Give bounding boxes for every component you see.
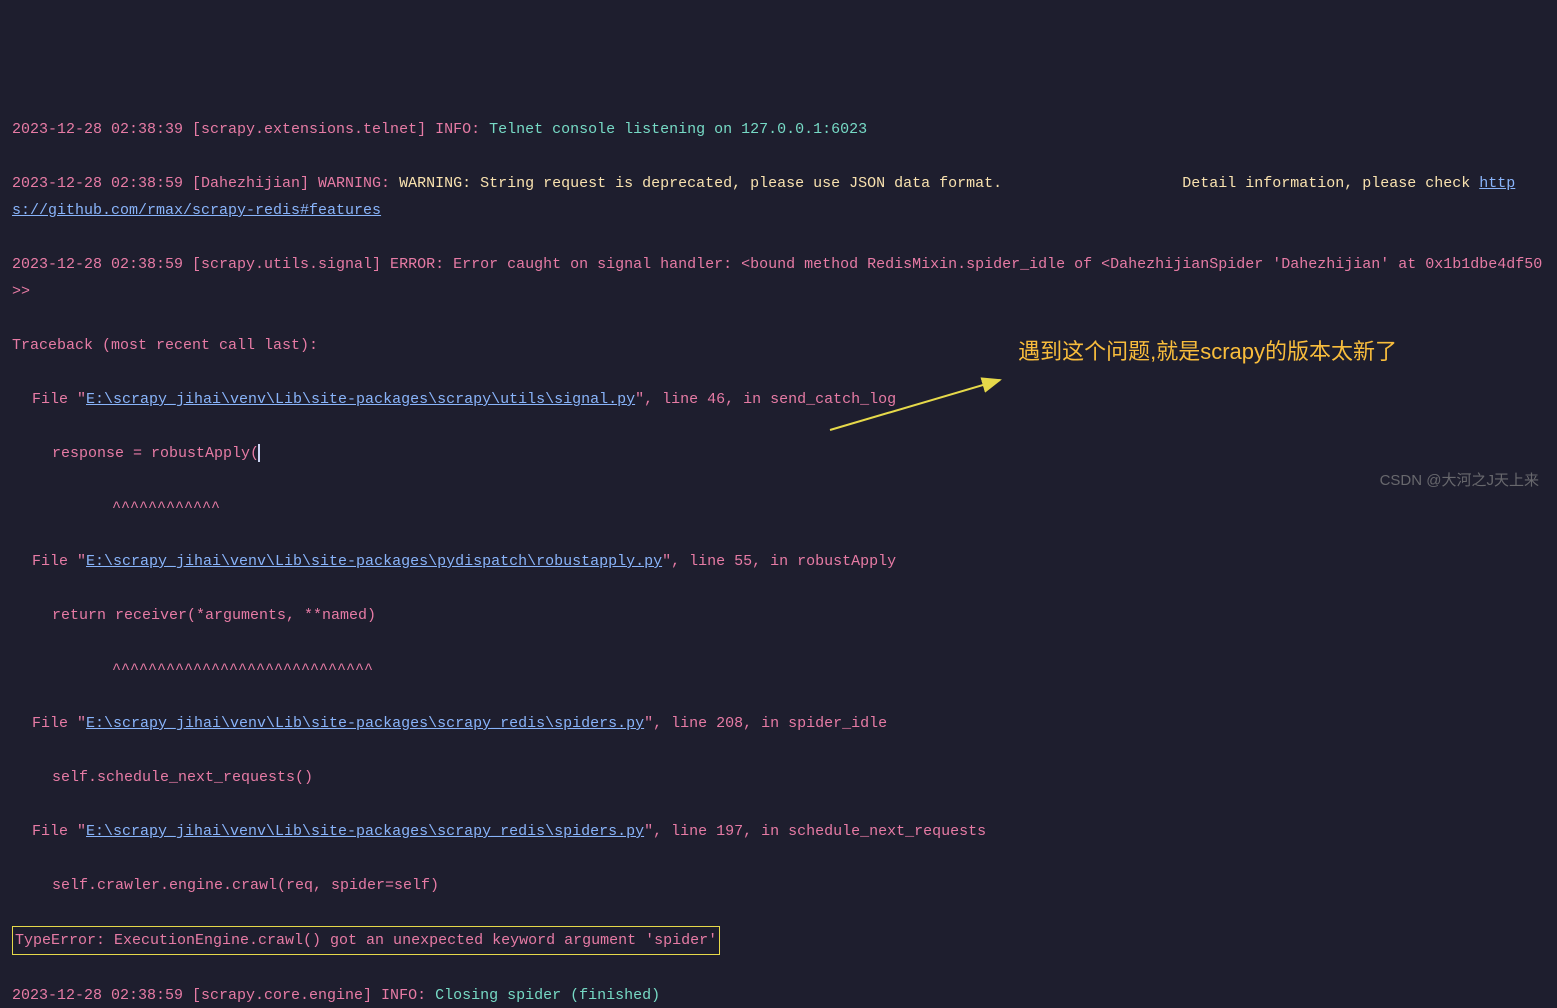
traceback-file: File "E:\scrapy_jihai\venv\Lib\site-pack… [12,386,1545,413]
timestamp-module: 2023-12-28 02:38:39 [scrapy.extensions.t… [12,121,489,138]
cursor-icon [258,444,260,462]
traceback-error-highlighted: TypeError: ExecutionEngine.crawl() got a… [12,926,1545,955]
file-link[interactable]: E:\scrapy_jihai\venv\Lib\site-packages\p… [86,553,662,570]
traceback-code: return receiver(*arguments, **named) [12,602,1545,629]
csdn-watermark: CSDN @大河之J天上来 [1380,467,1539,494]
warning-message: WARNING: String request is deprecated, p… [399,175,1479,192]
traceback-file: File "E:\scrapy_jihai\venv\Lib\site-pack… [12,710,1545,737]
traceback-file: File "E:\scrapy_jihai\venv\Lib\site-pack… [12,818,1545,845]
file-link[interactable]: E:\scrapy_jihai\venv\Lib\site-packages\s… [86,391,635,408]
traceback-caret: ^^^^^^^^^^^^^^^^^^^^^^^^^^^^^ [12,656,1545,683]
file-link[interactable]: E:\scrapy_jihai\venv\Lib\site-packages\s… [86,715,644,732]
traceback-code: self.crawler.engine.crawl(req, spider=se… [12,872,1545,899]
traceback-file: File "E:\scrapy_jihai\venv\Lib\site-pack… [12,548,1545,575]
error-highlight-box: TypeError: ExecutionEngine.crawl() got a… [12,926,720,955]
log-message: Telnet console listening on 127.0.0.1:60… [489,121,867,138]
user-annotation-text: 遇到这个问题,就是scrapy的版本太新了 [1018,332,1397,372]
log-line-warning: 2023-12-28 02:38:59 [Dahezhijian] WARNIN… [12,170,1545,224]
file-link[interactable]: E:\scrapy_jihai\venv\Lib\site-packages\s… [86,823,644,840]
traceback-caret: ^^^^^^^^^^^^ [12,494,1545,521]
log-line-error: 2023-12-28 02:38:59 [scrapy.utils.signal… [12,251,1545,305]
traceback-code: self.schedule_next_requests() [12,764,1545,791]
timestamp-module: 2023-12-28 02:38:59 [Dahezhijian] WARNIN… [12,175,399,192]
traceback-code: response = robustApply( [12,440,1545,467]
log-line-info: 2023-12-28 02:38:39 [scrapy.extensions.t… [12,116,1545,143]
log-line-info: 2023-12-28 02:38:59 [scrapy.core.engine]… [12,982,1545,1008]
log-message: Closing spider (finished) [435,987,660,1004]
timestamp-module: 2023-12-28 02:38:59 [scrapy.core.engine]… [12,987,435,1004]
